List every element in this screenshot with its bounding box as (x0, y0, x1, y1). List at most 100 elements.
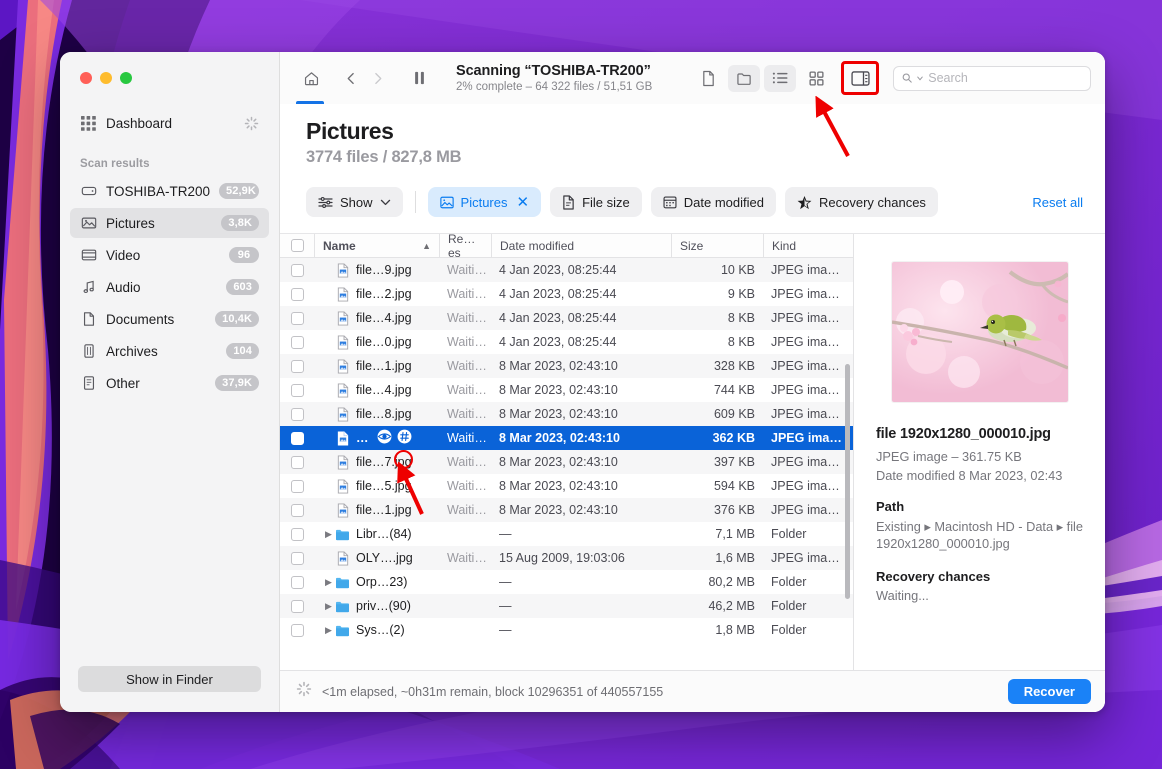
column-header-size[interactable]: Size (671, 234, 763, 257)
pause-icon[interactable] (404, 64, 434, 92)
row-name-cell: file…0.jpg (314, 330, 439, 354)
table-row[interactable]: file…9.jpg Waiti… 4 Jan 2023, 08:25:44 10 K… (280, 258, 853, 282)
table-row[interactable]: … Waiti… 8 Mar 2023, 02:43:10 362 KB JPEG im… (280, 426, 853, 450)
grid-view-icon[interactable] (800, 65, 832, 92)
table-row[interactable]: ▶ Sys…(2) — 1,8 MB Folder (280, 618, 853, 642)
sidebar: Dashboard Scan results TOSHIBA-TR200 52,… (60, 52, 280, 712)
row-size: 7,1 MB (715, 527, 755, 541)
table-row[interactable]: file…4.jpg Waiti… 8 Mar 2023, 02:43:10 744 … (280, 378, 853, 402)
table-row[interactable]: file…0.jpg Waiti… 4 Jan 2023, 08:25:44 8 KB… (280, 330, 853, 354)
sidebar-item-label: Video (106, 247, 141, 263)
filter-chip-date-modified[interactable]: Date modified (650, 187, 776, 217)
row-size: 9 KB (727, 287, 755, 301)
column-header-recovery[interactable]: Re…es (439, 232, 491, 260)
table-row[interactable]: file…8.jpg Waiti… 8 Mar 2023, 02:43:10 609 … (280, 402, 853, 426)
expand-chevron-icon[interactable]: ▶ (322, 577, 335, 588)
row-checkbox[interactable] (280, 522, 314, 546)
column-header-name[interactable]: Name ▲ (314, 234, 439, 257)
filter-chip-pictures[interactable]: Pictures ✕ (427, 187, 542, 217)
close-button[interactable] (80, 72, 92, 84)
table-row[interactable]: OLY….jpg Waiti… 15 Aug 2009, 19:03:06 1,6 M… (280, 546, 853, 570)
forward-icon[interactable] (364, 64, 390, 92)
sidebar-item-badge: 52,9K (219, 183, 259, 199)
side-panel-toggle-highlight (841, 61, 879, 95)
column-header-kind[interactable]: Kind (763, 234, 853, 257)
row-checkbox[interactable] (280, 330, 314, 354)
preview-file-name: file 1920x1280_000010.jpg (876, 426, 1051, 442)
filter-chip-file-size[interactable]: File size (550, 187, 642, 217)
sidebar-item-label: Pictures (106, 215, 155, 231)
jpeg-file-icon (335, 262, 350, 278)
row-checkbox[interactable] (280, 402, 314, 426)
row-date-modified: 4 Jan 2023, 08:25:44 (499, 287, 617, 301)
row-checkbox[interactable] (280, 354, 314, 378)
home-icon[interactable] (296, 64, 326, 92)
row-name: file…8.jpg (356, 407, 412, 421)
preview-eye-icon[interactable] (377, 429, 392, 447)
sidebar-item-documents[interactable]: Documents 10,4K (70, 304, 269, 334)
side-panel-toggle-icon[interactable] (847, 67, 873, 89)
table-row[interactable]: file…5.jpg Waiti… 8 Mar 2023, 02:43:10 594 … (280, 474, 853, 498)
show-filter-button[interactable]: Show (306, 187, 403, 217)
row-checkbox[interactable] (280, 474, 314, 498)
expand-chevron-icon[interactable]: ▶ (322, 529, 335, 540)
row-checkbox[interactable] (280, 546, 314, 570)
table-row[interactable]: file…2.jpg Waiti… 4 Jan 2023, 08:25:44 9 KB… (280, 282, 853, 306)
recover-button[interactable]: Recover (1007, 679, 1091, 704)
column-header-date-modified[interactable]: Date modified (491, 234, 671, 257)
row-name: … (356, 431, 369, 445)
hash-icon[interactable] (397, 429, 412, 447)
row-checkbox[interactable] (280, 450, 314, 474)
vertical-scrollbar[interactable] (845, 364, 850, 599)
folder-icon (335, 528, 350, 541)
sidebar-item-dashboard[interactable]: Dashboard (70, 108, 269, 138)
jpeg-file-icon (335, 406, 350, 422)
expand-chevron-icon[interactable]: ▶ (322, 625, 335, 636)
row-checkbox[interactable] (280, 426, 314, 450)
chevron-down-icon (380, 199, 390, 205)
folder-view-icon[interactable] (728, 64, 760, 92)
zoom-button[interactable] (120, 72, 132, 84)
row-checkbox[interactable] (280, 258, 314, 282)
minimize-button[interactable] (100, 72, 112, 84)
sidebar-item-archives[interactable]: Archives 104 (70, 336, 269, 366)
jpeg-file-icon (335, 382, 350, 398)
row-checkbox[interactable] (280, 282, 314, 306)
scan-status-block: Scanning “TOSHIBA-TR200” 2% complete – 6… (456, 63, 652, 93)
file-view-icon[interactable] (692, 65, 724, 92)
search-chevron-down-icon[interactable] (917, 76, 923, 81)
search-box[interactable] (893, 65, 1091, 91)
select-all-checkbox[interactable] (280, 234, 314, 257)
sidebar-item-audio[interactable]: Audio 603 (70, 272, 269, 302)
row-checkbox[interactable] (280, 306, 314, 330)
table-row[interactable]: file…1.jpg Waiti… 8 Mar 2023, 02:43:10 376 … (280, 498, 853, 522)
remove-filter-icon[interactable]: ✕ (517, 195, 530, 210)
search-input[interactable] (928, 71, 1082, 85)
table-row[interactable]: ▶ priv…(90) — 46,2 MB Folder (280, 594, 853, 618)
row-checkbox[interactable] (280, 594, 314, 618)
table-row[interactable]: file…4.jpg Waiti… 4 Jan 2023, 08:25:44 8 KB… (280, 306, 853, 330)
list-view-icon[interactable] (764, 64, 796, 92)
table-row[interactable]: file…7.jpg Waiti… 8 Mar 2023, 02:43:10 397 … (280, 450, 853, 474)
table-row[interactable]: ▶ Orp…23) — 80,2 MB Folder (280, 570, 853, 594)
sidebar-item-video[interactable]: Video 96 (70, 240, 269, 270)
sidebar-item-toshiba-tr200[interactable]: TOSHIBA-TR200 52,9K (70, 176, 269, 206)
back-icon[interactable] (338, 64, 364, 92)
row-recovery: Waiti… (447, 359, 487, 373)
scan-subtitle: 2% complete – 64 322 files / 51,51 GB (456, 81, 653, 93)
row-checkbox[interactable] (280, 378, 314, 402)
filter-chip-recovery-chances[interactable]: Recovery chances (784, 187, 938, 217)
row-checkbox[interactable] (280, 618, 314, 642)
reset-all-button[interactable]: Reset all (1032, 195, 1083, 210)
row-recovery: Waiti… (447, 335, 487, 349)
expand-chevron-icon[interactable]: ▶ (322, 601, 335, 612)
preview-thumbnail (891, 262, 1068, 402)
show-in-finder-button[interactable]: Show in Finder (78, 666, 261, 692)
preview-panel: file 1920x1280_000010.jpg JPEG image – 3… (853, 234, 1105, 670)
table-row[interactable]: ▶ Libr…(84) — 7,1 MB Folder (280, 522, 853, 546)
row-checkbox[interactable] (280, 570, 314, 594)
sidebar-item-pictures[interactable]: Pictures 3,8K (70, 208, 269, 238)
sidebar-item-other[interactable]: Other 37,9K (70, 368, 269, 398)
row-checkbox[interactable] (280, 498, 314, 522)
table-row[interactable]: file…1.jpg Waiti… 8 Mar 2023, 02:43:10 328 … (280, 354, 853, 378)
